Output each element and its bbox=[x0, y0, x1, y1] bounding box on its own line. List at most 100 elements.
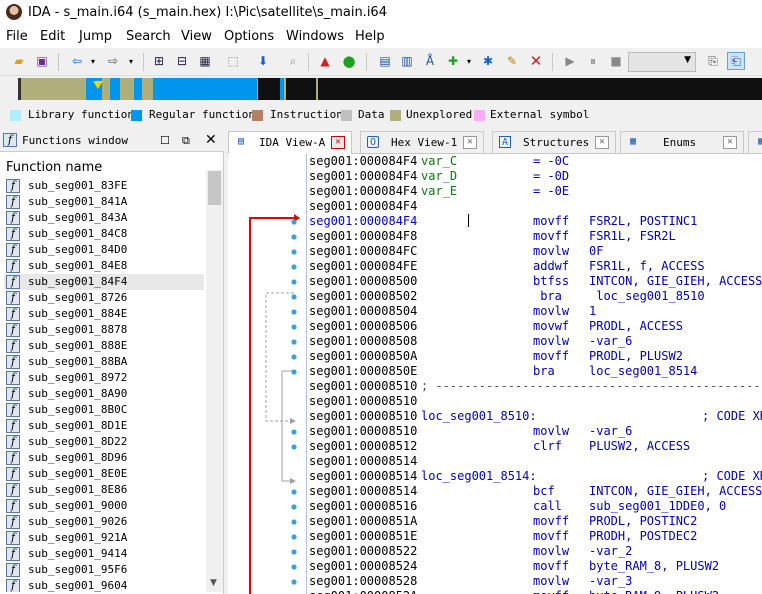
listing-operands[interactable]: PRODL, POSTINC2 bbox=[589, 514, 697, 529]
function-list-item[interactable]: f sub_seg001_9604 bbox=[4, 578, 204, 592]
function-list-item[interactable]: f sub_seg001_88BA bbox=[4, 354, 204, 370]
listing-operands[interactable]: sub_seg001_1DDE0, 0 bbox=[589, 499, 726, 514]
save-icon[interactable]: ▣ bbox=[33, 52, 51, 70]
listing-operands[interactable]: byte_RAM_9, PLUSW2 bbox=[589, 589, 719, 594]
functions-scrollbar-thumb[interactable] bbox=[208, 171, 221, 205]
attach-icon[interactable]: ⎘ bbox=[704, 52, 722, 70]
restore-icon[interactable]: ☐ bbox=[160, 134, 170, 147]
menu-windows[interactable]: Windows bbox=[286, 29, 344, 44]
listing-operands[interactable]: FSR1L, f, ACCESS bbox=[589, 259, 705, 274]
functions-scrollbar[interactable]: ▼ bbox=[206, 170, 223, 592]
tab-close-icon[interactable]: ✕ bbox=[595, 136, 609, 149]
listing-operands[interactable]: loc_seg001_8510 bbox=[589, 289, 704, 304]
edit-icon[interactable]: ✎ bbox=[503, 52, 521, 70]
detach-icon[interactable]: ⎗ bbox=[727, 52, 745, 70]
data-icon[interactable]: ▥ bbox=[398, 52, 416, 70]
navigation-strip[interactable] bbox=[18, 78, 762, 100]
listing-operands[interactable]: byte_RAM_8, PLUSW2 bbox=[589, 559, 719, 574]
listing-operands[interactable]: -var_2 bbox=[589, 544, 632, 559]
close-icon[interactable]: ✕ bbox=[205, 132, 217, 148]
delete-icon[interactable]: ✕ bbox=[527, 52, 545, 70]
tab-hex-view-1[interactable]: O Hex View-1 ✕ bbox=[360, 131, 484, 153]
run-icon[interactable]: ● bbox=[340, 52, 358, 70]
pause-icon[interactable]: ⏸ bbox=[584, 52, 602, 70]
forward-dropdown-icon[interactable]: ▾ bbox=[122, 52, 140, 70]
menu-file[interactable]: File bbox=[6, 29, 28, 44]
green-arrow-dropdown-icon[interactable]: ▾ bbox=[460, 52, 478, 70]
listing-operands[interactable]: PRODL, ACCESS bbox=[589, 319, 683, 334]
scroll-down-icon[interactable]: ▼ bbox=[210, 578, 217, 588]
open-icon[interactable]: ▰ bbox=[10, 52, 28, 70]
listing-operands[interactable]: FSR2L, POSTINC1 bbox=[589, 214, 697, 229]
menu-help[interactable]: Help bbox=[355, 29, 385, 44]
listing-label[interactable]: loc_seg001_8510: bbox=[421, 409, 537, 424]
star-icon[interactable]: ✱ bbox=[479, 52, 497, 70]
function-list-item[interactable]: f sub_seg001_8D22 bbox=[4, 434, 204, 450]
navigation-band[interactable] bbox=[0, 76, 762, 104]
listing-operands[interactable]: loc_seg001_8514 bbox=[589, 364, 697, 379]
function-list-item[interactable]: f sub_seg001_8A90 bbox=[4, 386, 204, 402]
function-list-item[interactable]: f sub_seg001_8972 bbox=[4, 370, 204, 386]
tab-ida-view-a[interactable]: ▤ IDA View-A ✕ bbox=[228, 131, 352, 155]
function-list-item[interactable]: f sub_seg001_841A bbox=[4, 194, 204, 210]
play-icon[interactable]: ▶ bbox=[561, 52, 579, 70]
listing-operands[interactable]: PLUSW2, ACCESS bbox=[589, 439, 690, 454]
menu-view[interactable]: View bbox=[181, 29, 212, 44]
listing-label[interactable]: var_D bbox=[421, 169, 457, 184]
tab-overflow[interactable]: ▦ bbox=[748, 131, 762, 153]
search-binary-icon[interactable]: ⌕ bbox=[284, 52, 302, 70]
function-list-item[interactable]: f sub_seg001_9026 bbox=[4, 514, 204, 530]
listing-operands[interactable]: FSR1L, FSR2L bbox=[589, 229, 676, 244]
listing-operands[interactable]: INTCON, GIE_GIEH, ACCESS bbox=[589, 274, 762, 289]
listing-operands[interactable]: PRODH, POSTDEC2 bbox=[589, 529, 697, 544]
listing-label[interactable]: loc_seg001_8514: bbox=[421, 469, 537, 484]
stop-icon[interactable]: ■ bbox=[607, 52, 625, 70]
listing-operands[interactable]: -var_3 bbox=[589, 574, 632, 589]
hex-icon[interactable]: ⊟ bbox=[173, 52, 191, 70]
listing-operands[interactable]: -var_6 bbox=[589, 334, 632, 349]
function-list-item[interactable]: f sub_seg001_8D96 bbox=[4, 450, 204, 466]
listing-operands[interactable]: 1 bbox=[589, 304, 596, 319]
function-list-item[interactable]: f sub_seg001_921A bbox=[4, 530, 204, 546]
function-list-item[interactable]: f sub_seg001_8B0C bbox=[4, 402, 204, 418]
function-list-item[interactable]: f sub_seg001_8726 bbox=[4, 290, 204, 306]
tab-close-icon[interactable]: ✕ bbox=[331, 136, 345, 149]
back-dropdown-icon[interactable]: ▾ bbox=[84, 52, 102, 70]
function-list-item[interactable]: f sub_seg001_84D0 bbox=[4, 242, 204, 258]
tab-close-icon[interactable]: ✕ bbox=[463, 136, 477, 149]
float-icon[interactable]: ⧉ bbox=[182, 134, 190, 148]
listing-operands[interactable]: 0F bbox=[589, 244, 603, 259]
listing-label[interactable]: var_C bbox=[421, 154, 457, 169]
function-list-item[interactable]: f sub_seg001_83FE bbox=[4, 178, 204, 194]
menu-options[interactable]: Options bbox=[224, 29, 274, 44]
tab-close-icon[interactable]: ✕ bbox=[723, 136, 737, 149]
menu-edit[interactable]: Edit bbox=[40, 29, 65, 44]
function-list-item[interactable]: f sub_seg001_843A bbox=[4, 210, 204, 226]
cross-ref-icon[interactable]: ⊞ bbox=[150, 52, 168, 70]
struct-icon[interactable]: ▦ bbox=[196, 52, 214, 70]
function-name-column-header[interactable]: Function name bbox=[6, 160, 102, 175]
listing-operands[interactable]: PRODL, PLUSW2 bbox=[589, 349, 683, 364]
menu-search[interactable]: Search bbox=[126, 29, 171, 44]
function-list-item[interactable]: f sub_seg001_9414 bbox=[4, 546, 204, 562]
listing-operands[interactable]: -var_6 bbox=[589, 424, 632, 439]
function-list-item[interactable]: f sub_seg001_84F4 bbox=[4, 274, 204, 290]
down-arrow-icon[interactable]: ⬇ bbox=[254, 52, 272, 70]
function-list-item[interactable]: f sub_seg001_95F6 bbox=[4, 562, 204, 578]
function-list-item[interactable]: f sub_seg001_9000 bbox=[4, 498, 204, 514]
forward-icon[interactable]: ⇨ bbox=[104, 52, 122, 70]
function-list-item[interactable]: f sub_seg001_884E bbox=[4, 306, 204, 322]
code-icon[interactable]: ▤ bbox=[376, 52, 394, 70]
disassembly-listing[interactable]: seg001:000084F4 var_C = -0C seg001:000084F4… bbox=[306, 154, 762, 594]
function-list-item[interactable]: f sub_seg001_8E86 bbox=[4, 482, 204, 498]
listing-operands[interactable]: INTCON, GIE_GIEH, ACCESS bbox=[589, 484, 762, 499]
function-list-item[interactable]: f sub_seg001_8D1E bbox=[4, 418, 204, 434]
debug-icon[interactable]: ⬚ bbox=[224, 52, 242, 70]
warning-icon[interactable]: ▲ bbox=[316, 52, 334, 70]
function-list-item[interactable]: f sub_seg001_888E bbox=[4, 338, 204, 354]
menu-jump[interactable]: Jump bbox=[79, 29, 112, 44]
tab-structures[interactable]: A Structures ✕ bbox=[492, 131, 616, 153]
function-list-item[interactable]: f sub_seg001_8E0E bbox=[4, 466, 204, 482]
function-list-item[interactable]: f sub_seg001_84E8 bbox=[4, 258, 204, 274]
function-list-item[interactable]: f sub_seg001_84C8 bbox=[4, 226, 204, 242]
